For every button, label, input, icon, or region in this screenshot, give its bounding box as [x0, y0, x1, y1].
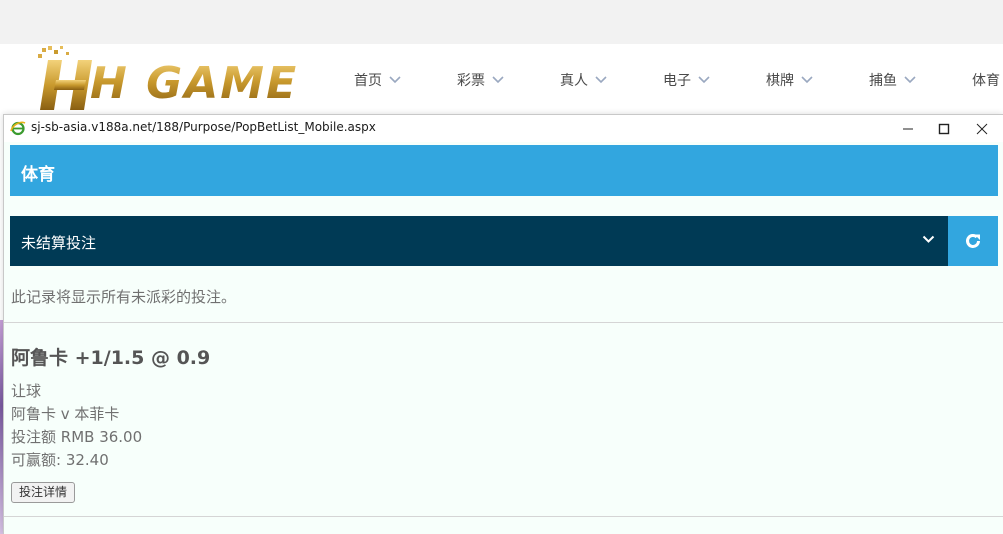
- logo-text: H GAME: [90, 58, 299, 109]
- chevron-down-icon: [595, 76, 607, 84]
- ie-icon: [10, 121, 26, 136]
- bet-detail-button[interactable]: 投注详情: [11, 482, 76, 503]
- site-header: H GAME 首页 彩票 真人 电子 棋牌 捕鱼 体育: [0, 44, 1003, 116]
- nav-item-label: 真人: [560, 73, 588, 89]
- chevron-down-icon: [389, 76, 401, 84]
- bet-match: 阿鲁卡 v 本菲卡: [11, 405, 120, 423]
- nav-item-label: 彩票: [457, 73, 485, 89]
- divider: [4, 516, 1003, 517]
- bet-stake: 投注额 RMB 36.00: [11, 428, 143, 446]
- main-nav: 首页 彩票 真人 电子 棋牌 捕鱼 体育: [354, 70, 1003, 90]
- nav-item-live[interactable]: 真人: [560, 70, 607, 90]
- nav-item-label: 捕鱼: [869, 73, 897, 89]
- nav-item-cards[interactable]: 棋牌: [766, 70, 813, 90]
- nav-item-lottery[interactable]: 彩票: [457, 70, 504, 90]
- site-top-band: [0, 0, 1003, 44]
- nav-item-label: 电子: [663, 73, 691, 89]
- minimize-button[interactable]: [890, 115, 926, 142]
- close-icon: [976, 123, 988, 134]
- chevron-down-icon: [801, 76, 813, 84]
- chevron-down-icon: [698, 76, 710, 84]
- window-titlebar[interactable]: sj-sb-asia.v188a.net/188/Purpose/PopBetL…: [4, 115, 1003, 142]
- popup-window: sj-sb-asia.v188a.net/188/Purpose/PopBetL…: [3, 114, 1003, 534]
- maximize-icon: [938, 123, 950, 134]
- info-text: 此记录将显示所有未派彩的投注。: [11, 288, 237, 306]
- window-url: sj-sb-asia.v188a.net/188/Purpose/PopBetL…: [31, 120, 376, 134]
- refresh-button[interactable]: [948, 216, 998, 266]
- bet-potential-win: 可赢额: 32.40: [11, 451, 109, 469]
- bet-type: 让球: [11, 382, 42, 400]
- site-logo[interactable]: H GAME: [30, 46, 300, 114]
- section-title: 体育: [21, 165, 55, 185]
- divider: [4, 322, 1003, 323]
- nav-item-slots[interactable]: 电子: [663, 70, 710, 90]
- chevron-down-icon: [492, 76, 504, 84]
- nav-item-home[interactable]: 首页: [354, 70, 401, 90]
- maximize-button[interactable]: [926, 115, 962, 142]
- nav-item-label: 体育: [972, 73, 1000, 89]
- section-header: 体育: [10, 145, 998, 196]
- bet-status-select[interactable]: 未结算投注: [10, 216, 948, 266]
- nav-item-sports[interactable]: 体育: [972, 70, 1000, 90]
- chevron-down-icon: [922, 235, 935, 243]
- refresh-icon: [966, 233, 980, 248]
- close-button[interactable]: [964, 115, 1000, 142]
- bet-title: 阿鲁卡 +1/1.5 @ 0.9: [11, 347, 211, 369]
- nav-item-fishing[interactable]: 捕鱼: [869, 70, 916, 90]
- minimize-icon: [903, 128, 913, 129]
- nav-item-label: 首页: [354, 73, 382, 89]
- nav-item-label: 棋牌: [766, 73, 794, 89]
- chevron-down-icon: [904, 76, 916, 84]
- select-value: 未结算投注: [21, 234, 97, 252]
